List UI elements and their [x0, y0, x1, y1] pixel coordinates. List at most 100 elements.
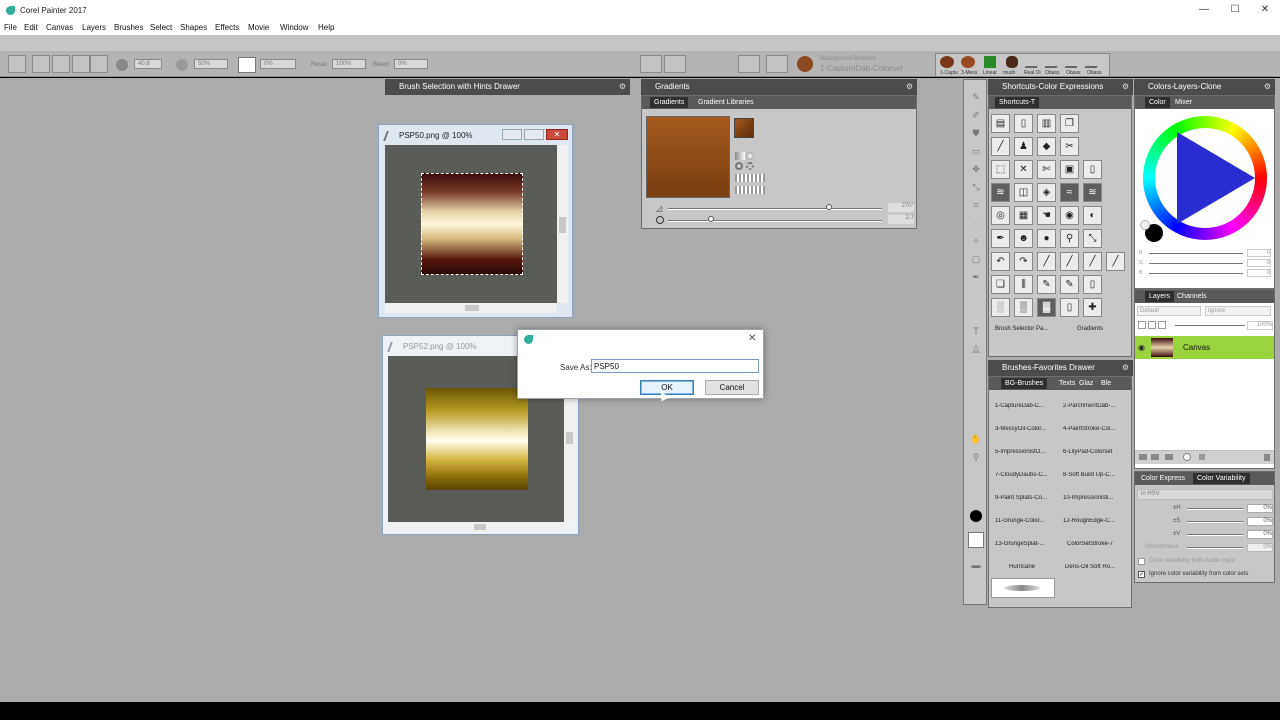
brush-item[interactable]: Hurricane [1009, 564, 1073, 570]
pencil-icon[interactable]: ╱ [1106, 252, 1125, 271]
layer-adjuster-tool-icon[interactable]: ✥ [967, 162, 985, 176]
brush-item[interactable]: Dens-Oil Soft Ro... [1065, 564, 1129, 570]
horizontal-scrollbar[interactable] [388, 522, 564, 532]
grid-icon[interactable]: ▦ [1014, 206, 1033, 225]
tab-ble[interactable]: Ble [1097, 378, 1115, 389]
document-icon[interactable]: ▯ [1083, 160, 1102, 179]
grain-texture-icon[interactable]: ▒ [1014, 298, 1033, 317]
grain-field[interactable]: 0% [260, 59, 296, 69]
scroll-thumb[interactable] [474, 524, 486, 530]
mixer-icon[interactable]: ◐ [1083, 206, 1102, 225]
tab-channels[interactable]: Channels [1173, 291, 1211, 302]
shortcuts-footer-left[interactable]: Brush Selector Pa... [995, 326, 1048, 332]
lasso-tool-icon[interactable]: ◌ [967, 216, 985, 230]
clone-icon[interactable]: ❏ [991, 275, 1010, 294]
document-icon[interactable]: ▯ [1083, 275, 1102, 294]
colors-panel-header[interactable]: Colors-Layers-Clone ⚙ [1134, 79, 1275, 95]
panel-options-icon[interactable]: ⚙ [1122, 79, 1129, 95]
transform-icon[interactable]: ⤡ [1083, 229, 1102, 248]
brush-item[interactable]: 10-Impressionisti... [1063, 495, 1127, 501]
new-document-icon[interactable]: ▯ [1014, 114, 1033, 133]
dab-tool-icon[interactable] [738, 55, 760, 73]
h-variability-slider[interactable] [1187, 508, 1243, 510]
gradient-order-icon[interactable] [735, 174, 765, 182]
gradient-image-selection[interactable] [421, 173, 523, 275]
menu-select[interactable]: Select [150, 23, 172, 32]
brush-item[interactable]: 8-Soft Build Up-C... [1063, 472, 1127, 478]
menu-brushes[interactable]: Brushes [114, 23, 143, 32]
brush-tool-icon[interactable]: ╱ [991, 137, 1010, 156]
layers-icon[interactable]: ◫ [1014, 183, 1033, 202]
scroll-thumb[interactable] [559, 217, 566, 233]
brush-library-icon[interactable] [640, 55, 662, 73]
g-slider[interactable] [1149, 263, 1243, 265]
audio-checkbox[interactable] [1138, 558, 1145, 565]
brush-item[interactable]: 1-CaptureDab-C... [995, 403, 1059, 409]
layer-row-canvas[interactable]: ◉ Canvas [1135, 336, 1274, 359]
save-as-dialog[interactable]: ✕ Save As: PSP50 OK Cancel [517, 329, 764, 402]
smoothness-slider[interactable] [1187, 547, 1243, 549]
main-color-swatch-icon[interactable] [970, 510, 982, 522]
tab-color-express[interactable]: Color Express [1137, 473, 1189, 484]
gradient-type-circular-icon[interactable] [735, 162, 743, 170]
tab-mixer[interactable]: Mixer [1171, 97, 1196, 108]
brush-grip-icon[interactable]: ☚ [1037, 206, 1056, 225]
variability-mode-select[interactable]: in HSV [1137, 489, 1273, 500]
blender-icon[interactable]: ♟ [1014, 137, 1033, 156]
pencil-icon[interactable]: ╱ [1083, 252, 1102, 271]
recent-brush-2-icon[interactable] [961, 56, 975, 68]
tab-bg-brushes[interactable]: BG-Brushes [1001, 378, 1048, 389]
magic-wand-tool-icon[interactable]: ✧ [967, 234, 985, 248]
menu-canvas[interactable]: Canvas [46, 23, 73, 32]
filename-input[interactable]: PSP50 [591, 359, 759, 373]
eraser-tool-icon[interactable]: ▭ [967, 144, 985, 158]
menu-help[interactable]: Help [318, 23, 334, 32]
brush-search-icon[interactable] [766, 55, 788, 73]
r-slider[interactable] [1149, 253, 1243, 255]
scroll-thumb[interactable] [566, 432, 573, 444]
brush-category-icon[interactable] [664, 55, 686, 73]
brush-item[interactable]: 6-LilyPad-Colorset [1063, 449, 1127, 455]
gradient-preview[interactable] [646, 116, 730, 198]
minimize-button[interactable]: — [1196, 4, 1212, 15]
brush-icon[interactable]: ✎ [1060, 275, 1079, 294]
document-icon[interactable]: ▯ [1060, 298, 1079, 317]
eraser-icon[interactable]: ◆ [1037, 137, 1056, 156]
shortcuts-panel-header[interactable]: Shortcuts-Color Expressions ⚙ [988, 79, 1133, 95]
portrait-icon[interactable]: ☻ [1014, 229, 1033, 248]
tab-color-variability[interactable]: Color Variability [1193, 473, 1250, 484]
pen-icon[interactable]: ✒ [991, 229, 1010, 248]
horizontal-scrollbar[interactable] [385, 303, 557, 313]
resat-field[interactable]: 100% [332, 59, 366, 69]
magnifier-tool-icon[interactable]: ⚲ [967, 450, 985, 464]
reset-tool-icon[interactable] [8, 55, 26, 73]
menu-shapes[interactable]: Shapes [180, 23, 207, 32]
panel-options-icon[interactable]: ⚙ [1264, 79, 1271, 95]
menu-window[interactable]: Window [280, 23, 308, 32]
transform-tool-icon[interactable]: ⤡ [967, 180, 985, 194]
navigator-icon[interactable]: ◎ [991, 206, 1010, 225]
color-wheel-icon[interactable]: ◉ [1060, 206, 1079, 225]
shape-tool-icon[interactable]: ▢ [967, 252, 985, 266]
smoothness-value[interactable]: 0% [1247, 543, 1273, 552]
redo-icon[interactable] [52, 55, 70, 73]
gradient-type-spiral-icon[interactable] [746, 162, 754, 170]
flow-map-icon[interactable]: ≈ [1060, 183, 1079, 202]
composite-depth-select[interactable]: Ignore [1205, 306, 1271, 316]
tab-glaz[interactable]: Glaz [1075, 378, 1097, 389]
pick-up-underlying-icon[interactable] [1148, 321, 1156, 329]
tab-layers[interactable]: Layers [1145, 291, 1175, 302]
close-button[interactable]: ✕ [1257, 4, 1273, 15]
copy-icon[interactable]: ❐ [1060, 114, 1079, 133]
spiral-slider-thumb[interactable] [708, 216, 714, 222]
redo-icon[interactable]: ↷ [1014, 252, 1033, 271]
layer-commands-icon[interactable] [1139, 454, 1147, 460]
pencil-icon[interactable]: ╱ [1060, 252, 1079, 271]
brush-item[interactable]: 12-RoughEdge-C... [1063, 518, 1127, 524]
add-icon[interactable]: ✚ [1083, 298, 1102, 317]
lock-layer-icon[interactable] [1199, 454, 1205, 460]
paper-texture-icon[interactable]: ≋ [991, 183, 1010, 202]
gradient-image[interactable] [426, 388, 528, 490]
gradient-order-icon[interactable] [735, 186, 765, 194]
tab-gradient-libraries[interactable]: Gradient Libraries [694, 97, 758, 108]
